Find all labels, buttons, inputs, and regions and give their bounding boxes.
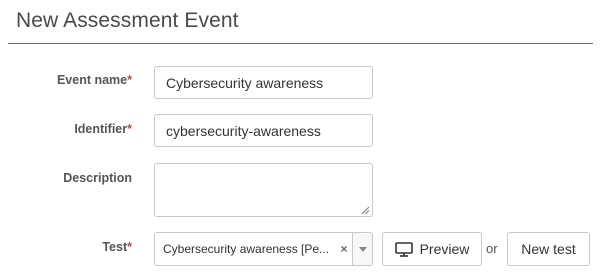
new-test-button[interactable]: New test xyxy=(507,232,590,266)
or-separator: or xyxy=(486,241,498,256)
description-label: Description xyxy=(63,171,132,185)
test-select[interactable]: Cybersecurity awareness [Pe... × xyxy=(154,232,373,266)
description-textarea[interactable] xyxy=(154,163,373,217)
required-marker: * xyxy=(127,73,132,87)
test-select-toggle[interactable] xyxy=(352,233,372,265)
event-name-label-text: Event name xyxy=(56,73,128,87)
description-label-text: Description xyxy=(63,171,132,185)
title-divider xyxy=(8,43,593,44)
close-icon[interactable]: × xyxy=(336,242,352,256)
test-select-value: Cybersecurity awareness [Pe... xyxy=(163,242,330,256)
chevron-down-icon xyxy=(358,246,367,252)
identifier-label-text: Identifier xyxy=(74,122,128,136)
required-marker: * xyxy=(127,122,132,136)
identifier-input[interactable] xyxy=(154,114,373,147)
test-label: Test* xyxy=(102,240,132,254)
new-test-button-label: New test xyxy=(521,241,576,257)
event-name-label: Event name* xyxy=(57,73,132,87)
test-label-text: Test xyxy=(102,240,128,254)
preview-button-label: Preview xyxy=(419,241,470,257)
preview-button[interactable]: Preview xyxy=(382,232,482,266)
event-name-input[interactable] xyxy=(154,66,373,99)
new-assessment-event-page: New Assessment Event Event name* Identif… xyxy=(0,0,600,274)
identifier-label: Identifier* xyxy=(74,122,132,136)
page-title: New Assessment Event xyxy=(16,9,239,32)
required-marker: * xyxy=(127,240,132,254)
monitor-icon xyxy=(394,241,413,257)
